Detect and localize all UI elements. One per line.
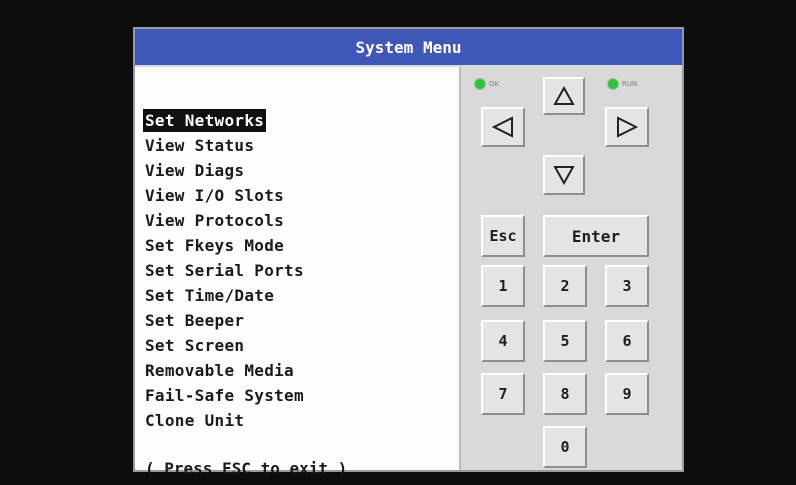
- menu-item-view-status[interactable]: View Status: [143, 134, 256, 157]
- menu-item-set-time-date[interactable]: Set Time/Date: [143, 284, 276, 307]
- key-3-button[interactable]: 3: [605, 265, 649, 307]
- down-triangle-icon: [553, 166, 575, 185]
- menu-item-removable-media[interactable]: Removable Media: [143, 359, 296, 382]
- virtual-keypad: OK RUN Esc Enter 1 2 3 4 5 6 7 8 9 0: [461, 67, 682, 470]
- menu-item-view-diags[interactable]: View Diags: [143, 159, 246, 182]
- menu-item-set-fkeys-mode[interactable]: Set Fkeys Mode: [143, 234, 286, 257]
- menu-item-set-screen[interactable]: Set Screen: [143, 334, 246, 357]
- key-0-button[interactable]: 0: [543, 426, 587, 468]
- key-7-button[interactable]: 7: [481, 373, 525, 415]
- menu-item-set-networks[interactable]: Set Networks: [143, 109, 267, 132]
- up-arrow-button[interactable]: [543, 77, 585, 115]
- menu-item-view-io-slots[interactable]: View I/O Slots: [143, 184, 286, 207]
- left-triangle-icon: [492, 116, 513, 138]
- right-triangle-icon: [617, 116, 638, 138]
- key-6-button[interactable]: 6: [605, 320, 649, 362]
- menu-item-fail-safe-system[interactable]: Fail-Safe System: [143, 384, 306, 407]
- right-arrow-button[interactable]: [605, 107, 649, 147]
- menu-item-set-serial-ports[interactable]: Set Serial Ports: [143, 259, 306, 282]
- key-9-button[interactable]: 9: [605, 373, 649, 415]
- left-arrow-button[interactable]: [481, 107, 525, 147]
- exit-hint: ( Press ESC to exit ): [145, 459, 348, 478]
- system-menu-list: Set Networks View Status View Diags View…: [135, 67, 461, 478]
- key-1-button[interactable]: 1: [481, 265, 525, 307]
- menu-item-set-beeper[interactable]: Set Beeper: [143, 309, 246, 332]
- menu-item-view-protocols[interactable]: View Protocols: [143, 209, 286, 232]
- device-bezel: System Menu Set Networks View Status Vie…: [0, 0, 796, 485]
- hmi-screen: System Menu Set Networks View Status Vie…: [133, 27, 684, 478]
- menu-item-clone-unit[interactable]: Clone Unit: [143, 409, 246, 432]
- key-4-button[interactable]: 4: [481, 320, 525, 362]
- ok-led-label: OK: [489, 80, 500, 88]
- ok-led-icon: [475, 79, 485, 89]
- up-triangle-icon: [553, 86, 575, 105]
- key-8-button[interactable]: 8: [543, 373, 587, 415]
- esc-button[interactable]: Esc: [481, 215, 525, 257]
- key-5-button[interactable]: 5: [543, 320, 587, 362]
- down-arrow-button[interactable]: [543, 155, 585, 195]
- window-title: System Menu: [135, 29, 682, 67]
- key-2-button[interactable]: 2: [543, 265, 587, 307]
- enter-button[interactable]: Enter: [543, 215, 649, 257]
- run-led-icon: [608, 79, 618, 89]
- run-led-label: RUN: [622, 80, 638, 88]
